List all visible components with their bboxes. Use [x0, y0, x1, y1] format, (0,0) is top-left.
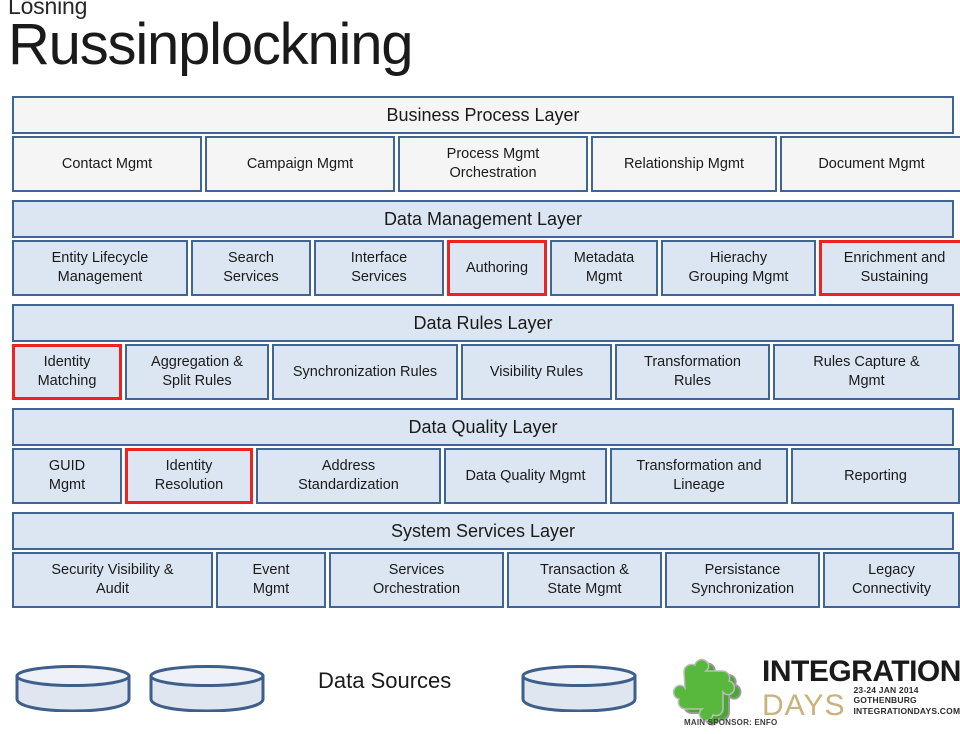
capability-cell-highlighted[interactable]: Identity Resolution [125, 448, 253, 504]
layer-cell-row: GUID Mgmt Identity Resolution Address Standar… [12, 448, 960, 504]
capability-cell[interactable]: Rules Capture & Mgmt [773, 344, 960, 400]
data-source-cylinder-1 [14, 664, 132, 712]
page-title: Russinplockning [8, 12, 414, 78]
logo-secondary-text: DAYS [762, 688, 846, 722]
capability-cell[interactable]: Services Orchestration [329, 552, 504, 608]
capability-cell[interactable]: Transformation and Lineage [610, 448, 788, 504]
capability-cell[interactable]: Process Mgmt Orchestration [398, 136, 588, 192]
data-source-cylinder-2 [148, 664, 266, 712]
capability-cell[interactable]: Transformation Rules [615, 344, 770, 400]
layer-group: Data Quality Layer GUID Mgmt Identity Resolu… [12, 408, 960, 504]
data-source-cylinder-3 [520, 664, 638, 712]
title-block: Lösning Russinplockning [8, 0, 608, 74]
layer-header: Business Process Layer [12, 96, 954, 134]
capability-cell[interactable]: Transaction & State Mgmt [507, 552, 662, 608]
capability-cell[interactable]: Event Mgmt [216, 552, 326, 608]
capability-cell[interactable]: Metadata Mgmt [550, 240, 658, 296]
capability-cell[interactable]: Synchronization Rules [272, 344, 458, 400]
capability-cell[interactable]: Legacy Connectivity [823, 552, 960, 608]
layer-group: Data Rules Layer Identity Matching Aggregat… [12, 304, 960, 400]
data-sources-row: Data Sources INTEGRATION DAYS 23-24 JAN … [0, 650, 960, 734]
capability-cell[interactable]: Contact Mgmt [12, 136, 202, 192]
capability-cell[interactable]: Interface Services [314, 240, 444, 296]
slide-canvas: Lösning Russinplockning Business Process… [0, 0, 960, 734]
logo-wordmark: INTEGRATION DAYS 23-24 JAN 2014 GOTHENBU… [762, 655, 960, 722]
layer-cell-row: Identity Matching Aggregation & Split Rules… [12, 344, 960, 400]
capability-cell[interactable]: Search Services [191, 240, 311, 296]
capability-cell[interactable]: Visibility Rules [461, 344, 612, 400]
layer-group: Data Management Layer Entity Lifecycle Man… [12, 200, 960, 296]
capability-cell[interactable]: Address Standardization [256, 448, 441, 504]
layer-header: Data Quality Layer [12, 408, 954, 446]
capability-cell[interactable]: Entity Lifecycle Management [12, 240, 188, 296]
logo-primary-text: INTEGRATION [762, 655, 960, 688]
data-sources-label: Data Sources [318, 668, 452, 693]
layer-header: Data Rules Layer [12, 304, 954, 342]
capability-cell-highlighted[interactable]: Identity Matching [12, 344, 122, 400]
capability-cell[interactable]: Hierachy Grouping Mgmt [661, 240, 816, 296]
layer-header: Data Management Layer [12, 200, 954, 238]
architecture-layer-stack: Business Process Layer Contact Mgmt Campai… [12, 96, 960, 616]
logo-date-location: 23-24 JAN 2014 GOTHENBURG [853, 684, 919, 706]
capability-cell[interactable]: Campaign Mgmt [205, 136, 395, 192]
capability-cell[interactable]: Reporting [791, 448, 960, 504]
capability-cell[interactable]: Relationship Mgmt [591, 136, 777, 192]
layer-cell-row: Security Visibility & Audit Event Mgmt Servi… [12, 552, 960, 608]
logo-website: INTEGRATIONDAYS.COM [853, 705, 960, 716]
capability-cell[interactable]: Aggregation & Split Rules [125, 344, 269, 400]
layer-header: System Services Layer [12, 512, 954, 550]
integration-days-logo: INTEGRATION DAYS 23-24 JAN 2014 GOTHENBU… [668, 652, 960, 734]
capability-cell[interactable]: Data Quality Mgmt [444, 448, 607, 504]
layer-cell-row: Contact Mgmt Campaign Mgmt Process Mgmt Orc… [12, 136, 960, 192]
logo-sponsor-text: MAIN SPONSOR: ENFO [684, 718, 778, 727]
capability-cell[interactable]: Document Mgmt [780, 136, 960, 192]
layer-group: Business Process Layer Contact Mgmt Campai… [12, 96, 960, 192]
capability-cell-highlighted[interactable]: Enrichment and Sustaining [819, 240, 960, 296]
capability-cell[interactable]: Persistance Synchronization [665, 552, 820, 608]
capability-cell[interactable]: Security Visibility & Audit [12, 552, 213, 608]
capability-cell-highlighted[interactable]: Authoring [447, 240, 547, 296]
layer-group: System Services Layer Security Visibility… [12, 512, 960, 608]
capability-cell[interactable]: GUID Mgmt [12, 448, 122, 504]
layer-cell-row: Entity Lifecycle Management Search Services… [12, 240, 960, 296]
